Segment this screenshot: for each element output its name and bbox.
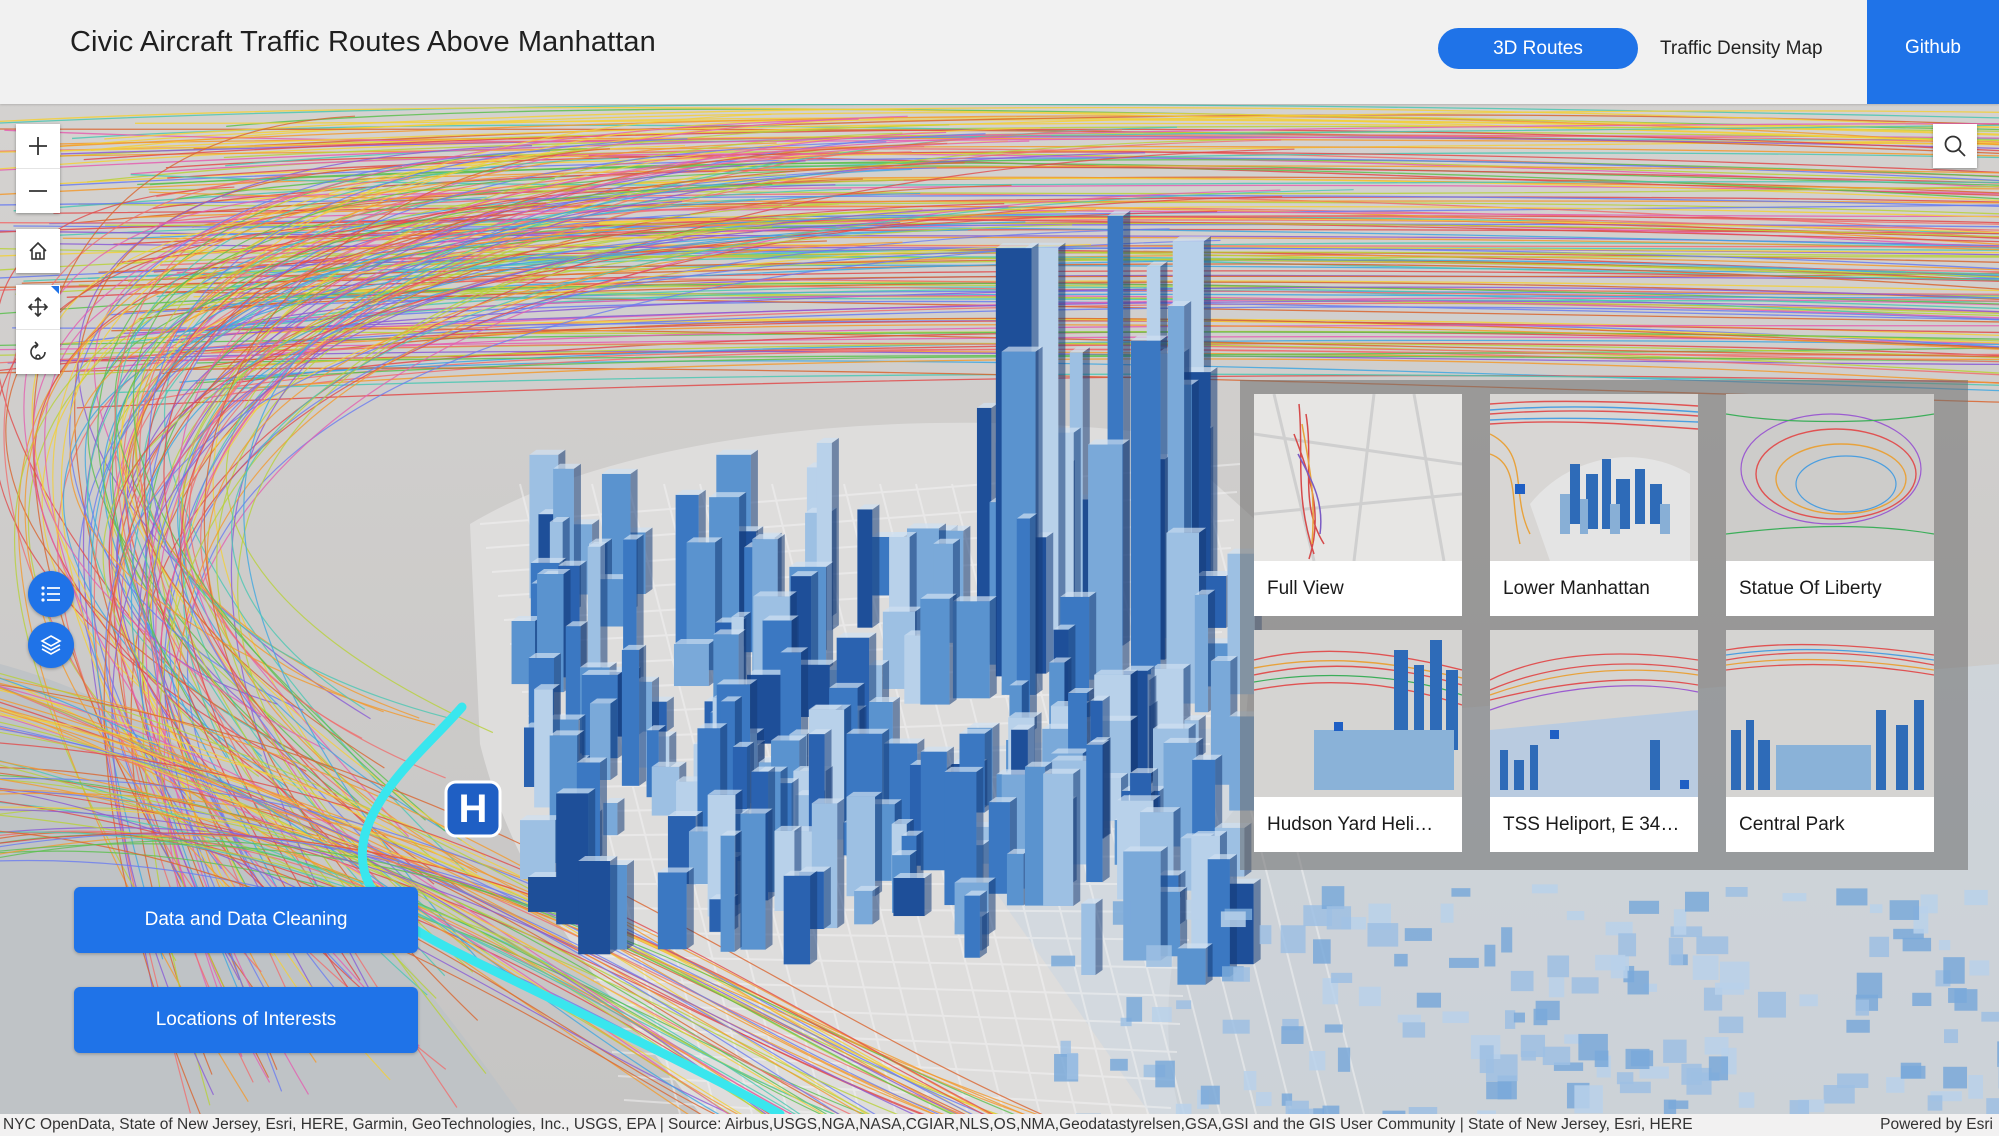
tab-3d-routes[interactable]: 3D Routes [1438, 28, 1638, 69]
data-cleaning-button[interactable]: Data and Data Cleaning [74, 887, 418, 953]
home-button[interactable] [16, 229, 60, 273]
github-button[interactable]: Github [1867, 0, 1999, 104]
slide-full-view[interactable]: Full View [1254, 394, 1462, 616]
search-button[interactable] [1933, 124, 1977, 168]
slide-thumbnail [1726, 394, 1934, 561]
slide-hudson-yard-heliport[interactable]: Hudson Yard Heli… [1254, 630, 1462, 852]
zoom-controls [16, 124, 60, 213]
attribution-bar: NYC OpenData, State of New Jersey, Esri,… [0, 1114, 1999, 1136]
minus-icon [29, 190, 47, 192]
legend-button[interactable] [28, 571, 74, 617]
active-indicator [51, 286, 59, 294]
plus-icon [29, 137, 47, 155]
slide-thumbnail [1254, 394, 1462, 561]
slides-gallery: Full View Lower Manhattan Statue Of Libe… [1240, 380, 1968, 870]
slide-lower-manhattan[interactable]: Lower Manhattan [1490, 394, 1698, 616]
zoom-out-button[interactable] [16, 168, 60, 213]
heliport-marker: H [444, 780, 502, 838]
powered-by-esri[interactable]: Powered by Esri [1880, 1114, 1993, 1136]
slide-thumbnail [1490, 394, 1698, 561]
rotate-icon [30, 341, 46, 360]
slide-thumbnail [1726, 630, 1934, 797]
move-icon [27, 296, 49, 318]
search-icon [1944, 135, 1966, 157]
layers-button[interactable] [28, 622, 74, 668]
page-title: Civic Aircraft Traffic Routes Above Manh… [70, 26, 656, 58]
slide-tss-heliport[interactable]: TSS Heliport, E 34… [1490, 630, 1698, 852]
slide-label: TSS Heliport, E 34… [1503, 814, 1680, 835]
layers-icon [40, 635, 62, 655]
slide-label: Lower Manhattan [1503, 578, 1650, 599]
slide-label: Central Park [1739, 814, 1845, 835]
slide-thumbnail [1490, 630, 1698, 797]
heliport-letter: H [459, 787, 488, 831]
navigation-controls [16, 285, 60, 374]
rotate-button[interactable] [16, 329, 60, 374]
pan-button[interactable] [16, 285, 60, 329]
app-header: Civic Aircraft Traffic Routes Above Manh… [0, 0, 1999, 104]
slide-label: Statue Of Liberty [1739, 578, 1882, 599]
slide-thumbnail [1254, 630, 1462, 797]
slide-label: Full View [1267, 578, 1344, 599]
attribution-text: NYC OpenData, State of New Jersey, Esri,… [3, 1116, 1693, 1133]
slide-statue-of-liberty[interactable]: Statue Of Liberty [1726, 394, 1934, 616]
slide-label: Hudson Yard Heli… [1267, 814, 1434, 835]
slide-central-park[interactable]: Central Park [1726, 630, 1934, 852]
home-icon [29, 241, 47, 260]
locations-button[interactable]: Locations of Interests [74, 987, 418, 1053]
list-icon [41, 586, 60, 602]
tab-traffic-density-map[interactable]: Traffic Density Map [1660, 28, 1823, 69]
zoom-in-button[interactable] [16, 124, 60, 168]
